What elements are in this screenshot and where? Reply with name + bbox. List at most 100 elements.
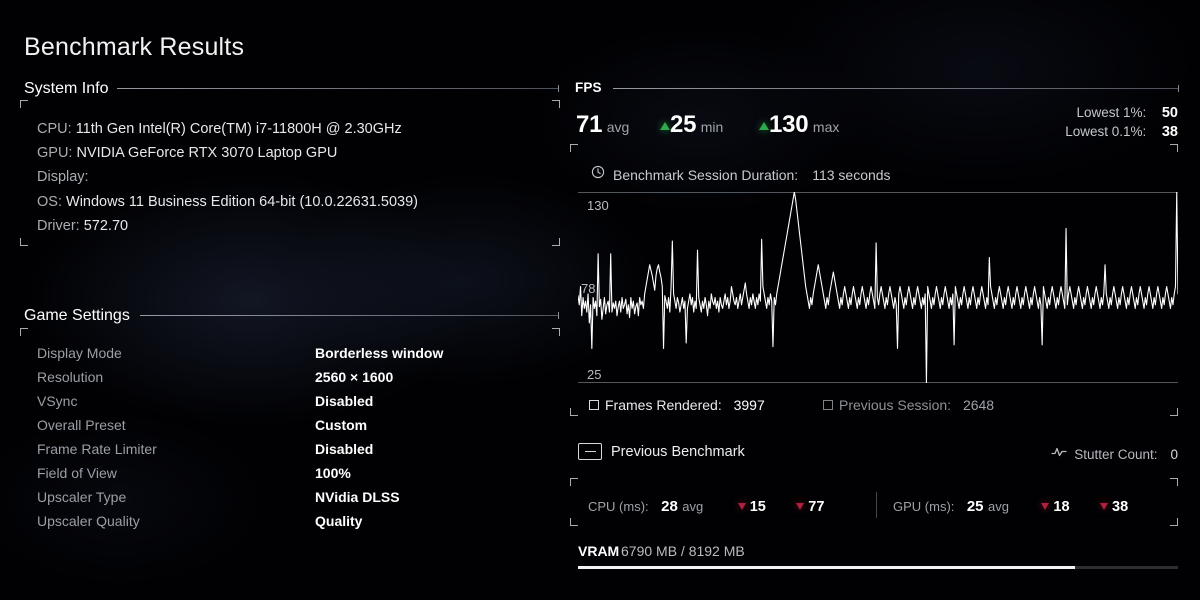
- triangle-down-icon: [1100, 498, 1108, 515]
- vram-progress-fill: [578, 566, 1076, 569]
- system-info-label: CPU:: [37, 121, 72, 137]
- fps-max-stat: 130 max: [759, 111, 839, 139]
- system-info-row: Driver: 572.70: [37, 214, 418, 238]
- keycap-dash-icon: [578, 443, 602, 460]
- stutter-count-value: 0: [1170, 446, 1178, 462]
- system-info-value: Windows 11 Business Edition 64-bit (10.0…: [66, 193, 418, 210]
- cpu-timing-max: 77: [808, 499, 825, 515]
- system-info-rows: CPU: 11th Gen Intel(R) Core(TM) i7-11800…: [37, 117, 418, 238]
- lowest-1-percent-value: 50: [1161, 105, 1178, 121]
- previous-session-row[interactable]: Previous Session: 2648: [823, 397, 994, 413]
- system-info-row: OS: Windows 11 Business Edition 64-bit (…: [37, 190, 418, 214]
- setting-value: Borderless window: [315, 345, 444, 361]
- vram-title: VRAM: [578, 543, 620, 559]
- cpu-timing-avg-suffix: avg: [682, 499, 704, 514]
- system-info-value: 11th Gen Intel(R) Core(TM) i7-11800H @ 2…: [75, 121, 402, 137]
- chart-ytick-bottom: 25: [587, 367, 602, 382]
- lowest-01-percent-label: Lowest 0.1%:: [1065, 124, 1147, 139]
- corner-bracket-tr: [1170, 478, 1178, 486]
- previous-session-label: Previous Session:: [839, 397, 952, 413]
- previous-benchmark-label: Previous Benchmark: [611, 443, 745, 460]
- setting-value: 2560 × 1600: [315, 369, 394, 385]
- setting-value: Disabled: [315, 441, 374, 457]
- game-settings-heading: Game Settings: [24, 307, 130, 324]
- fps-max-label: max: [812, 119, 840, 135]
- frames-rendered-value: 3997: [733, 397, 765, 413]
- fps-avg-value: 71: [576, 111, 603, 138]
- system-info-row: GPU: NVIDIA GeForce RTX 3070 Laptop GPU: [37, 141, 418, 165]
- fps-avg-label: avg: [606, 119, 630, 135]
- setting-label: VSync: [37, 393, 78, 409]
- fps-max-value: 130: [769, 111, 809, 138]
- system-info-rule: [117, 85, 559, 92]
- system-info-heading: System Info: [24, 80, 109, 97]
- gpu-timing-min: 18: [1053, 499, 1070, 515]
- setting-value: 100%: [315, 465, 351, 481]
- fps-min-label: min: [700, 119, 724, 135]
- corner-bracket-tl: [570, 144, 578, 152]
- corner-bracket-br: [1170, 408, 1178, 416]
- chart-ytick-mid: 78: [581, 281, 596, 296]
- lowest-01-percent-row: Lowest 0.1%: 38: [1065, 124, 1178, 140]
- corner-bracket-tr: [1170, 144, 1178, 152]
- benchmark-duration: Benchmark Session Duration: 113 seconds: [591, 165, 891, 184]
- lowest-1-percent-label: Lowest 1%:: [1076, 105, 1147, 120]
- previous-benchmark-button[interactable]: Previous Benchmark: [578, 443, 745, 460]
- gpu-timing-max: 38: [1112, 499, 1129, 515]
- setting-value: NVidia DLSS: [315, 489, 400, 505]
- frames-rendered-row[interactable]: Frames Rendered: 3997: [589, 397, 765, 413]
- fps-chart-line: [578, 192, 1178, 383]
- vram-detail: 6790 MB / 8192 MB: [621, 543, 745, 559]
- setting-label: Upscaler Type: [37, 489, 127, 505]
- triangle-up-icon: [759, 122, 769, 130]
- gpu-timing-label: GPU (ms):: [893, 499, 955, 514]
- benchmark-duration-value: 113 seconds: [812, 166, 891, 183]
- system-info-label: Driver:: [37, 217, 80, 234]
- system-info-label: GPU:: [37, 145, 73, 162]
- fps-lowest-percentiles: Lowest 1%: 50 Lowest 0.1%: 38: [1065, 105, 1178, 140]
- setting-label: Display Mode: [37, 345, 122, 361]
- setting-label: Resolution: [37, 369, 104, 385]
- frames-rendered-label: Frames Rendered:: [605, 397, 722, 413]
- fps-rule: [613, 85, 1179, 92]
- corner-bracket-tl: [20, 328, 28, 336]
- fps-avg-stat: 71 avg: [576, 111, 629, 139]
- system-info-row: CPU: 11th Gen Intel(R) Core(TM) i7-11800…: [37, 117, 418, 141]
- chart-ytick-top: 130: [587, 198, 609, 213]
- stutter-count-label: Stutter Count:: [1074, 446, 1158, 462]
- corner-bracket-tl: [20, 100, 28, 108]
- cpu-timing-min: 15: [749, 499, 766, 515]
- fps-heading: FPS: [575, 80, 602, 95]
- page-title: Benchmark Results: [24, 33, 245, 61]
- activity-wave-icon: [1051, 445, 1067, 463]
- corner-bracket-bl: [20, 238, 28, 246]
- system-info-value: NVIDIA GeForce RTX 3070 Laptop GPU: [76, 145, 338, 162]
- triangle-down-icon: [737, 498, 746, 515]
- corner-bracket-tl: [570, 478, 578, 486]
- gpu-timing-group: GPU (ms): 25 avg 18 38: [893, 498, 1128, 516]
- triangle-down-icon: [796, 498, 805, 515]
- corner-bracket-bl: [570, 408, 578, 416]
- setting-label: Upscaler Quality: [37, 513, 140, 529]
- corner-bracket-tr: [552, 328, 560, 336]
- previous-session-checkbox[interactable]: [823, 400, 833, 410]
- cpu-timing-group: CPU (ms): 28 avg 15 77: [588, 498, 824, 516]
- setting-label: Frame Rate Limiter: [37, 441, 157, 457]
- frames-rendered-checkbox[interactable]: [589, 400, 599, 410]
- game-settings-rule: [140, 312, 559, 319]
- setting-value: Custom: [315, 417, 368, 433]
- setting-label: Overall Preset: [37, 417, 126, 433]
- system-info-value: 572.70: [83, 217, 129, 234]
- fps-min-value: 25: [670, 111, 697, 138]
- lowest-01-percent-value: 38: [1161, 124, 1178, 140]
- setting-label: Field of View: [37, 465, 117, 481]
- lowest-1-percent-row: Lowest 1%: 50: [1065, 105, 1178, 121]
- triangle-up-icon: [660, 122, 670, 130]
- previous-session-value: 2648: [962, 397, 995, 413]
- timings-divider: [876, 492, 877, 518]
- gpu-timing-avg-suffix: avg: [987, 499, 1009, 514]
- triangle-down-icon: [1041, 498, 1050, 515]
- corner-bracket-br: [1170, 518, 1178, 526]
- clock-icon: [591, 165, 605, 184]
- corner-bracket-bl: [570, 518, 578, 526]
